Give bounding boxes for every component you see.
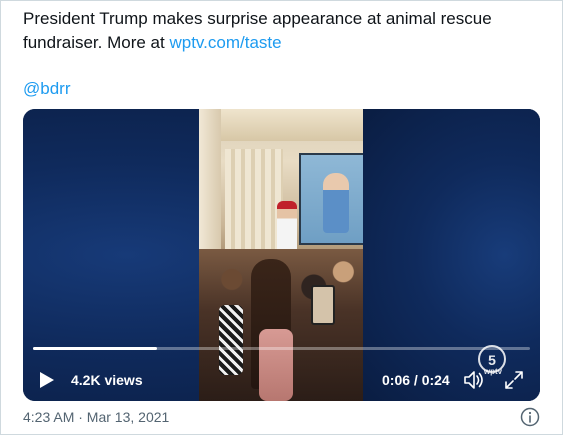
fullscreen-icon [505, 371, 523, 389]
info-icon [520, 407, 540, 427]
view-count: 4.2K views [71, 372, 143, 388]
progress-bar[interactable] [33, 347, 530, 350]
scene-ceiling [221, 109, 363, 141]
volume-icon [464, 371, 483, 389]
mention-link[interactable]: @bdrr [23, 77, 71, 101]
progress-fill [33, 347, 158, 350]
video-player[interactable]: 5 wptv 4.2K views 0:06 / 0:24 [23, 109, 540, 401]
volume-button[interactable] [463, 369, 485, 391]
scene-screen [299, 153, 363, 245]
tweet-card: President Trump makes surprise appearanc… [0, 0, 563, 435]
scene-screen-person [323, 173, 349, 233]
info-button[interactable] [520, 407, 540, 427]
tweet-text: President Trump makes surprise appearanc… [23, 7, 553, 55]
play-button[interactable] [39, 371, 55, 389]
video-controls: 4.2K views 0:06 / 0:24 [23, 357, 540, 401]
tweet-timestamp[interactable]: 4:23 AM · Mar 13, 2021 [23, 407, 169, 427]
video-time: 0:06 / 0:24 [382, 372, 450, 388]
fullscreen-button[interactable] [503, 369, 525, 391]
scene-phone [311, 285, 335, 325]
play-icon [40, 372, 54, 388]
tweet-link[interactable]: wptv.com/taste [169, 33, 281, 52]
